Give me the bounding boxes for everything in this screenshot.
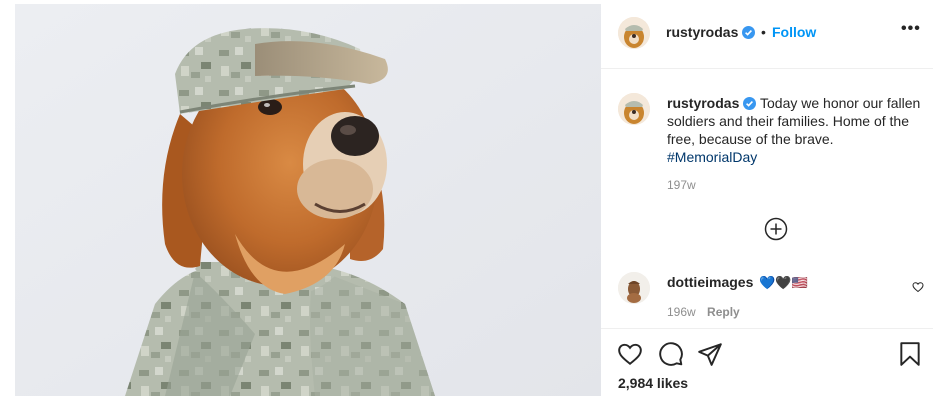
caption-username[interactable]: rustyrodas (667, 95, 739, 111)
heart-icon[interactable] (617, 341, 643, 367)
comment-emojis: 💙🖤🇺🇸 (759, 275, 808, 290)
paper-plane-icon[interactable] (697, 341, 723, 367)
caption-author-avatar[interactable] (618, 93, 650, 125)
bookmark-icon[interactable] (897, 341, 923, 367)
caption-timestamp[interactable]: 197w (667, 178, 696, 192)
comment-bubble-icon[interactable] (658, 341, 684, 367)
separator-dot: • (761, 24, 766, 40)
comment-timestamp[interactable]: 196w (667, 305, 696, 319)
comment-text: dottieimages 💙🖤🇺🇸 (667, 274, 808, 291)
dog-in-uniform-image (15, 4, 601, 396)
reply-button[interactable]: Reply (707, 305, 740, 319)
post-actions: 2,984 likes (601, 328, 933, 408)
plus-circle-icon[interactable] (764, 217, 788, 241)
comment-heart-icon[interactable] (912, 281, 924, 293)
verified-badge-icon (743, 97, 757, 110)
more-options-icon[interactable]: ••• (901, 20, 921, 38)
caption-text-block: rustyrodas Today we honor our fallen sol… (667, 94, 925, 166)
caption-hashtag[interactable]: #MemorialDay (667, 149, 757, 165)
follow-button[interactable]: Follow (772, 24, 816, 40)
author-avatar[interactable] (618, 17, 650, 49)
post-header: rustyrodas • Follow ••• (601, 0, 933, 69)
author-username[interactable]: rustyrodas (666, 24, 756, 40)
verified-badge-icon (742, 26, 756, 39)
commenter-avatar[interactable] (618, 272, 650, 304)
comment-meta: 196w Reply (667, 305, 740, 319)
post-side-panel: rustyrodas • Follow ••• rustyrodas Today… (601, 0, 933, 408)
commenter-username[interactable]: dottieimages (667, 274, 753, 290)
post-photo[interactable] (15, 4, 601, 396)
author-username-text[interactable]: rustyrodas (666, 24, 738, 40)
likes-count[interactable]: 2,984 likes (618, 375, 688, 391)
